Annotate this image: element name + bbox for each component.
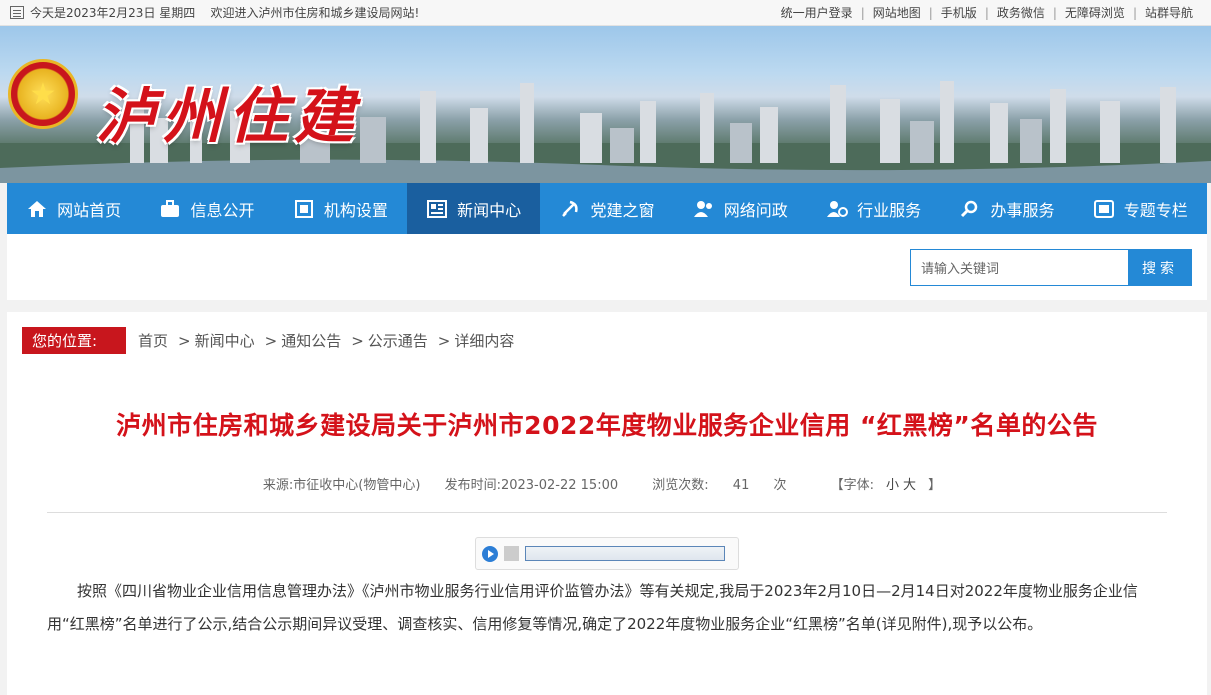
- nav-online-inquiry[interactable]: 网络问政: [674, 183, 807, 234]
- font-close: 】: [928, 478, 942, 493]
- font-size-control: 【字体: 小大】: [821, 478, 951, 493]
- nav-label: 网络问政: [723, 200, 788, 220]
- breadcrumb: 您的位置: 首页 > 新闻中心 > 通知公告 > 公示通告 > 详细内容: [22, 327, 514, 354]
- briefcase-icon: [159, 199, 181, 219]
- font-large-button[interactable]: 大: [903, 478, 916, 493]
- link-wechat[interactable]: 政务微信: [989, 4, 1053, 21]
- article-body: 按照《四川省物业企业信用信息管理办法》《泸州市物业服务行业信用评价监管办法》等有…: [47, 582, 1138, 633]
- audio-progress-bar[interactable]: [525, 546, 725, 561]
- nav-label: 党建之窗: [590, 200, 655, 220]
- article-panel: 您的位置: 首页 > 新闻中心 > 通知公告 > 公示通告 > 详细内容 泸州市…: [7, 312, 1207, 695]
- top-links: 统一用户登录 | 网站地图 | 手机版 | 政务微信 | 无障碍浏览 | 站群导航: [773, 4, 1201, 21]
- greeting-area: 今天是2023年2月23日 星期四 欢迎进入泸州市住房和城乡建设局网站!: [10, 4, 419, 21]
- search-icon: [959, 199, 981, 219]
- service-icon: [826, 199, 849, 219]
- play-icon[interactable]: [482, 545, 498, 562]
- breadcrumb-detail: 详细内容: [454, 332, 515, 350]
- font-label: 【字体:: [830, 478, 875, 493]
- people-icon: [693, 199, 715, 219]
- org-icon: [293, 199, 315, 219]
- nav-label: 办事服务: [990, 200, 1055, 220]
- font-small-button[interactable]: 小: [886, 478, 899, 493]
- search-area: 请输入关键词 搜索: [7, 234, 1207, 300]
- link-accessibility[interactable]: 无障碍浏览: [1057, 4, 1133, 21]
- link-sitemap[interactable]: 网站地图: [865, 4, 929, 21]
- breadcrumb-news-center[interactable]: 新闻中心: [195, 330, 255, 351]
- article-title: 泸州市住房和城乡建设局关于泸州市2022年度物业服务企业信用 “红黑榜”名单的公…: [116, 411, 1098, 440]
- greeting-text: 今天是2023年2月23日 星期四 欢迎进入泸州市住房和城乡建设局网站!: [30, 6, 420, 20]
- news-icon: [426, 199, 448, 219]
- views-count: 41: [732, 478, 750, 493]
- calendar-icon: [10, 6, 24, 19]
- stop-icon[interactable]: [504, 546, 519, 561]
- nav-label: 专题专栏: [1123, 200, 1188, 220]
- nav-affairs-service[interactable]: 办事服务: [940, 183, 1073, 234]
- search-input[interactable]: 请输入关键词: [910, 249, 1128, 286]
- views-unit: 次: [773, 478, 787, 493]
- nav-label: 新闻中心: [457, 200, 522, 220]
- party-icon: [559, 199, 581, 219]
- breadcrumb-announcements[interactable]: 公示通告: [368, 330, 428, 351]
- views-label: 浏览次数:: [652, 478, 709, 493]
- breadcrumb-separator: >: [264, 331, 278, 350]
- link-site-group[interactable]: 站群导航: [1137, 4, 1201, 21]
- link-mobile[interactable]: 手机版: [933, 4, 985, 21]
- article-source: 来源:市征收中心(物管中心): [262, 478, 421, 493]
- divider: [47, 512, 1167, 513]
- main-nav: 网站首页 信息公开 机构设置 新闻中心 党建之窗 网络问政 行业服务 办事服务 …: [7, 183, 1207, 234]
- top-bar: 今天是2023年2月23日 星期四 欢迎进入泸州市住房和城乡建设局网站! 统一用…: [0, 0, 1211, 26]
- column-icon: [1093, 199, 1115, 219]
- link-unified-login[interactable]: 统一用户登录: [773, 4, 861, 21]
- header-banner: ★ 泸州住建: [0, 26, 1211, 183]
- national-emblem-icon: ★: [8, 59, 78, 129]
- article-publish-time: 发布时间:2023-02-22 15:00: [444, 478, 619, 493]
- audio-player: [475, 537, 739, 570]
- breadcrumb-label: 您的位置:: [22, 327, 126, 354]
- nav-label: 机构设置: [323, 200, 388, 220]
- nav-label: 行业服务: [857, 200, 922, 220]
- article-meta: 来源:市征收中心(物管中心) 发布时间:2023-02-22 15:00 浏览次…: [7, 474, 1207, 493]
- nav-special-column[interactable]: 专题专栏: [1074, 183, 1207, 234]
- breadcrumb-notices[interactable]: 通知公告: [281, 330, 341, 351]
- nav-organization[interactable]: 机构设置: [274, 183, 407, 234]
- breadcrumb-separator: >: [178, 331, 191, 350]
- nav-label: 网站首页: [57, 200, 122, 220]
- nav-label: 信息公开: [190, 200, 255, 220]
- nav-info-disclosure[interactable]: 信息公开: [140, 183, 273, 234]
- nav-home[interactable]: 网站首页: [7, 183, 140, 234]
- article-views: 浏览次数: 41 次: [642, 478, 796, 493]
- breadcrumb-home[interactable]: 首页: [138, 330, 168, 351]
- nav-party-building[interactable]: 党建之窗: [540, 183, 673, 234]
- home-icon: [26, 199, 48, 219]
- search-button[interactable]: 搜索: [1128, 249, 1192, 286]
- breadcrumb-separator: >: [351, 331, 364, 350]
- nav-industry-service[interactable]: 行业服务: [807, 183, 940, 234]
- breadcrumb-separator: >: [437, 331, 451, 350]
- nav-news-center[interactable]: 新闻中心: [406, 183, 541, 234]
- site-logo-title: 泸州住建: [96, 82, 360, 152]
